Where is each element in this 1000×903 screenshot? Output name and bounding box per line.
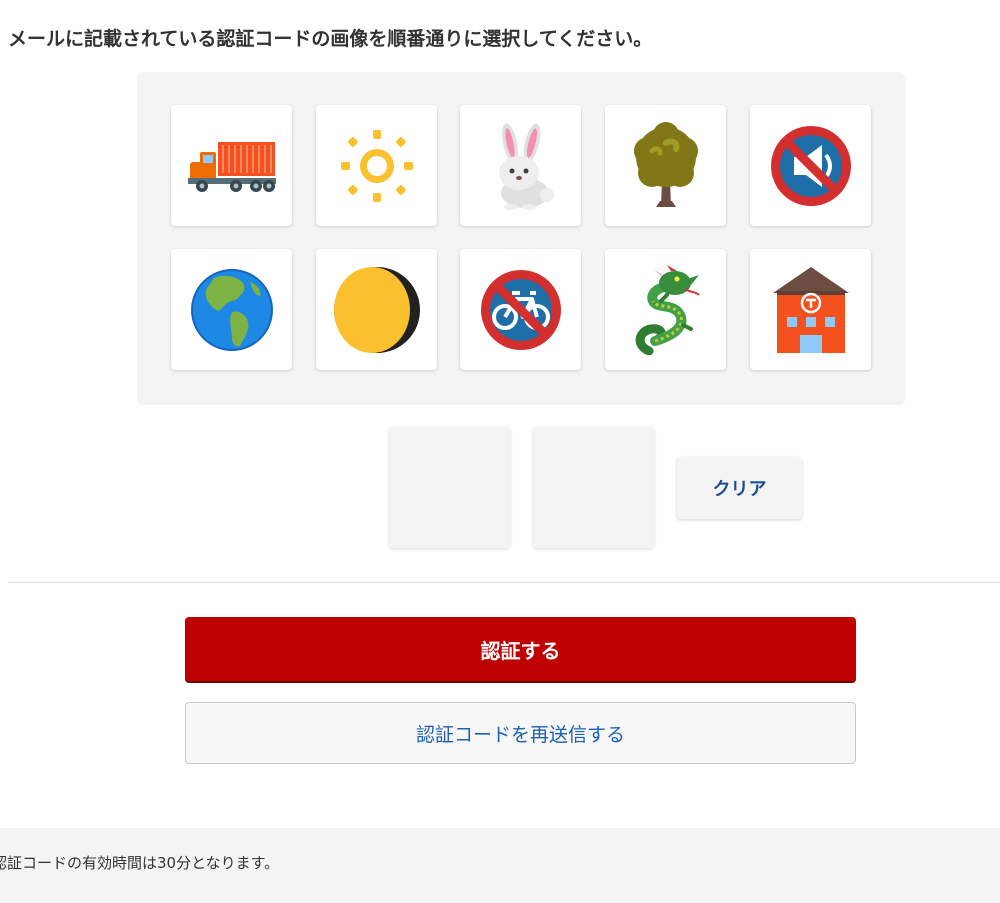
tree-icon <box>633 121 698 207</box>
post-office-icon <box>772 266 849 353</box>
tile-no-bicycle[interactable] <box>460 249 581 370</box>
selected-slot-2[interactable] <box>533 427 654 548</box>
tile-rabbit[interactable] <box>460 105 581 226</box>
tile-sun[interactable] <box>316 105 437 226</box>
tile-dragon[interactable] <box>605 249 726 370</box>
no-speaker-icon <box>770 125 851 206</box>
no-bicycle-icon <box>480 269 561 350</box>
footer: 認証コードの有効時間は30分となります。 <box>0 828 1000 903</box>
tile-no-speaker[interactable] <box>750 105 871 226</box>
clear-button[interactable]: クリア <box>677 457 802 519</box>
tile-globe[interactable] <box>171 249 292 370</box>
truck-icon <box>187 141 276 192</box>
tile-post-office[interactable] <box>750 249 871 370</box>
authenticate-button[interactable]: 認証する <box>185 617 856 681</box>
sun-icon <box>340 129 413 202</box>
dragon-icon <box>635 264 700 355</box>
rabbit-icon <box>498 122 554 210</box>
selected-slot-1[interactable] <box>389 427 510 548</box>
resend-code-button[interactable]: 認証コードを再送信する <box>185 702 856 764</box>
validity-note: 認証コードの有効時間は30分となります。 <box>0 854 280 872</box>
divider <box>8 582 1000 583</box>
tile-truck[interactable] <box>171 105 292 226</box>
tile-tree[interactable] <box>605 105 726 226</box>
globe-americas-icon <box>190 268 273 351</box>
tile-moon[interactable] <box>316 249 437 370</box>
moon-icon <box>333 266 420 353</box>
image-grid-panel <box>137 72 905 405</box>
instruction-text: メールに記載されている認証コードの画像を順番通りに選択してください。 <box>8 28 653 50</box>
